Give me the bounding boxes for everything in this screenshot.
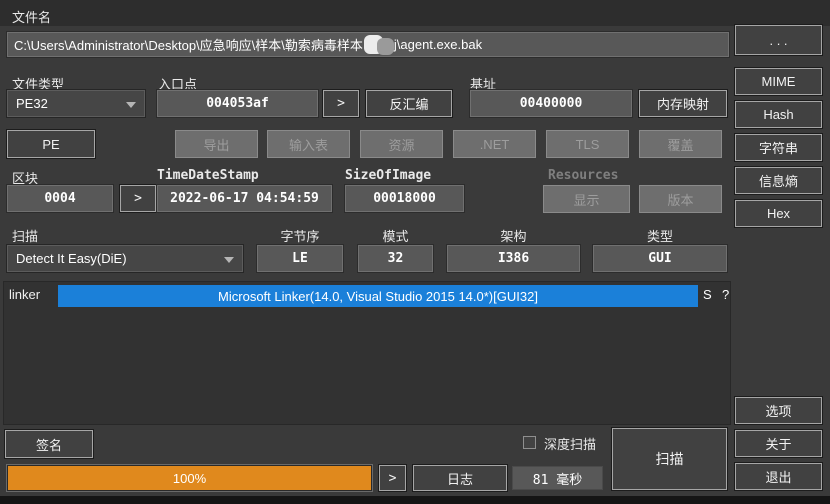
base-address-value[interactable]: 00400000 <box>470 90 632 117</box>
scan-label: 扫描 <box>12 226 38 245</box>
sections-goto-button[interactable]: > <box>120 185 156 212</box>
file-type-select[interactable]: PE32 <box>7 90 145 117</box>
resources-button: 资源 <box>360 130 443 158</box>
window-top-band <box>0 0 830 26</box>
progress-expand-button[interactable]: > <box>379 465 406 491</box>
file-path-input[interactable]: C:\Users\Administrator\Desktop\应急响应\样本\勒… <box>7 32 729 57</box>
scan-button[interactable]: 扫描 <box>612 428 727 490</box>
export-button: 导出 <box>175 130 258 158</box>
exit-button[interactable]: 退出 <box>735 463 822 490</box>
file-name-label: 文件名 <box>12 7 51 26</box>
signature-button[interactable]: 签名 <box>5 430 93 458</box>
overlay-button: 覆盖 <box>639 130 722 158</box>
import-table-button: 输入表 <box>267 130 350 158</box>
entropy-button[interactable]: 信息熵 <box>735 167 822 194</box>
redaction-blob <box>377 38 394 55</box>
hash-button[interactable]: Hash <box>735 101 822 128</box>
timedatestamp-label: TimeDateStamp <box>157 168 259 183</box>
result-detection-link[interactable]: Microsoft Linker(14.0, Visual Studio 201… <box>58 285 698 307</box>
endianness-value[interactable]: LE <box>257 245 343 272</box>
chevron-down-icon <box>126 102 136 108</box>
options-button[interactable]: 选项 <box>735 397 822 424</box>
mode-label: 模式 <box>358 226 433 245</box>
result-info-link[interactable]: ? <box>722 287 729 302</box>
sizeofimage-label: SizeOfImage <box>345 168 431 183</box>
die-main-window: 文件名 C:\Users\Administrator\Desktop\应急响应\… <box>0 0 830 504</box>
tls-button: TLS <box>546 130 629 158</box>
disassemble-button[interactable]: 反汇编 <box>366 90 452 117</box>
arch-label: 架构 <box>447 226 580 245</box>
elapsed-time-value: 81 毫秒 <box>512 466 603 490</box>
sections-count-value[interactable]: 0004 <box>7 185 113 212</box>
entry-point-value[interactable]: 004053af <box>157 90 318 117</box>
browse-button[interactable]: . . . <box>735 25 822 55</box>
type-label: 类型 <box>593 226 727 245</box>
timedatestamp-value[interactable]: 2022-06-17 04:54:59 <box>157 185 332 212</box>
strings-button[interactable]: 字符串 <box>735 134 822 161</box>
deep-scan-checkbox[interactable] <box>523 436 536 449</box>
endianness-label: 字节序 <box>257 226 343 245</box>
scan-engine-value: Detect It Easy(DiE) <box>16 251 127 266</box>
deep-scan-label: 深度扫描 <box>544 434 596 453</box>
result-signature-link[interactable]: S <box>703 287 712 302</box>
mode-value[interactable]: 32 <box>358 245 433 272</box>
sizeofimage-value[interactable]: 00018000 <box>345 185 464 212</box>
scan-engine-select[interactable]: Detect It Easy(DiE) <box>7 245 243 272</box>
memory-map-button[interactable]: 内存映射 <box>639 90 727 117</box>
hex-button[interactable]: Hex <box>735 200 822 227</box>
dotnet-button: .NET <box>453 130 536 158</box>
result-row: linker Microsoft Linker(14.0, Visual Stu… <box>4 285 730 307</box>
about-button[interactable]: 关于 <box>735 430 822 457</box>
log-button[interactable]: 日志 <box>413 465 507 491</box>
file-type-value: PE32 <box>16 96 48 111</box>
file-path-suffix: j\agent.exe.bak <box>394 37 482 52</box>
file-path-prefix: C:\Users\Administrator\Desktop\应急响应\样本\勒… <box>14 35 363 54</box>
entry-point-goto-button[interactable]: > <box>323 90 359 117</box>
type-value[interactable]: GUI <box>593 245 727 272</box>
scan-progress-bar: 100% <box>7 465 372 491</box>
resources-group-label: Resources <box>548 168 618 183</box>
chevron-down-icon <box>224 257 234 263</box>
result-kind-label: linker <box>9 287 40 302</box>
resources-show-button: 显示 <box>543 185 630 213</box>
pe-button[interactable]: PE <box>7 130 95 158</box>
mime-button[interactable]: MIME <box>735 68 822 95</box>
scan-results-panel: linker Microsoft Linker(14.0, Visual Stu… <box>3 281 731 425</box>
resources-version-button: 版本 <box>639 185 722 213</box>
window-bottom-band <box>0 496 830 504</box>
arch-value[interactable]: I386 <box>447 245 580 272</box>
